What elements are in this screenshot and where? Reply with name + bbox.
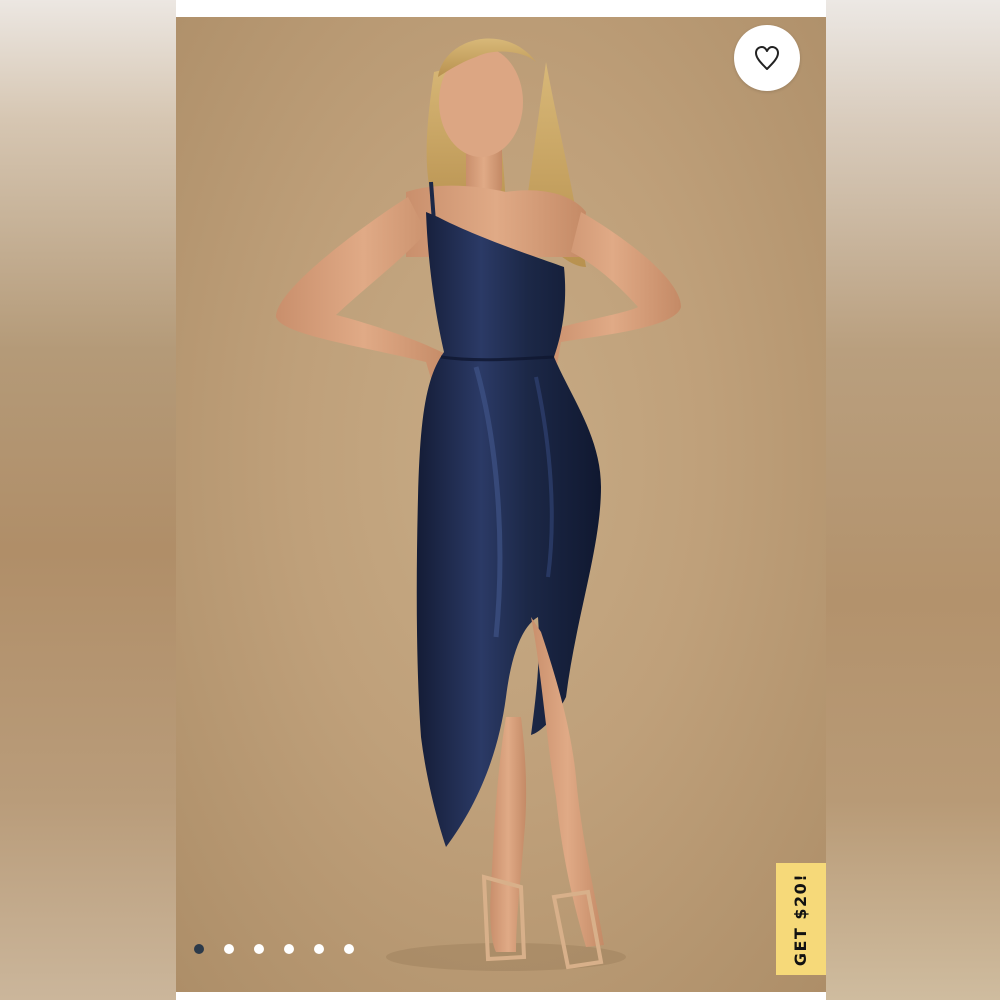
- carousel-dot-3[interactable]: [254, 944, 264, 954]
- heart-outline-icon: [755, 46, 779, 70]
- carousel-dot-5[interactable]: [314, 944, 324, 954]
- blurred-background-left: [0, 0, 176, 1000]
- blurred-background-right: [826, 0, 1000, 1000]
- carousel-dot-1[interactable]: [194, 944, 204, 954]
- favorite-button[interactable]: [734, 25, 800, 91]
- promo-label: GET $20!: [791, 872, 811, 966]
- carousel-indicators: [194, 944, 354, 954]
- model-illustration: [276, 38, 681, 971]
- carousel-dot-6[interactable]: [344, 944, 354, 954]
- carousel-dot-2[interactable]: [224, 944, 234, 954]
- carousel-dot-4[interactable]: [284, 944, 294, 954]
- product-photo[interactable]: [176, 17, 826, 992]
- product-image-frame: GET $20!: [176, 0, 826, 1000]
- promo-tab[interactable]: GET $20!: [776, 863, 826, 975]
